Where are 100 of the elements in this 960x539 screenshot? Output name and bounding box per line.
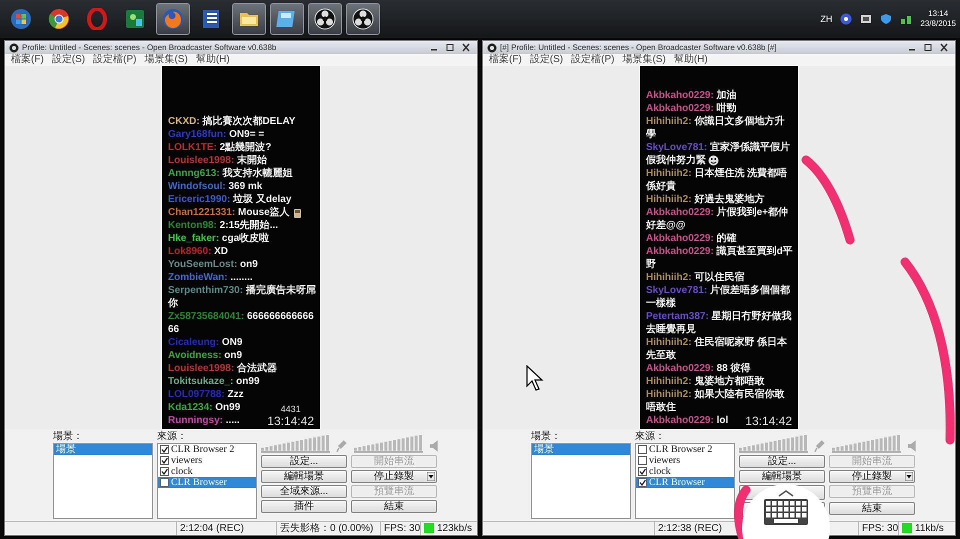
menu-item[interactable]: 設定(S) [530,54,564,66]
chevron-icon [778,490,794,497]
source-item[interactable]: clock [171,466,193,477]
scene-item[interactable]: 場景 [54,444,152,455]
shield-icon [880,13,892,25]
checkbox[interactable] [160,456,169,465]
volume-meter-drawing [354,435,424,453]
chat-message: Hihihiih2: 你識日文多個地方升學 [646,115,786,141]
cursor-icon [526,365,544,391]
menu-item[interactable]: 幫助(H) [674,54,708,66]
taskbar-button[interactable] [270,3,304,35]
fox-globe-icon [162,8,184,30]
window-title: Profile: Untitled - Scenes: scenes - Open Broadcaster Software v0.638b [22,43,276,52]
button[interactable]: 設定... [739,455,825,468]
clock-time: 13:14:42 [745,414,792,428]
menu-item[interactable]: 場景集(S) [144,54,188,66]
chat-message: CKXD: 搞比賽次次都DELAY [168,115,296,128]
button[interactable]: 插件 [261,500,347,513]
checkbox[interactable] [160,445,169,454]
ring-icon [86,8,108,30]
checkbox[interactable] [160,467,169,476]
volume-meter-drawing [739,435,808,453]
emote-icon [708,154,719,166]
stream-health-indicator [424,523,434,533]
chat-message: SkyLove781: 宜家淨係識平假片假我仲努力緊 [646,141,791,167]
taskbar-button[interactable] [346,3,380,35]
menu-item[interactable]: 設定檔(P) [93,54,136,66]
chat-message: Serpenthim730: 播完廣告未呀屌你 [168,284,316,310]
bitrate-reading: 11kb/s [915,522,944,535]
menu-item[interactable]: 設定(S) [52,54,86,66]
obs-swirl-icon [352,8,374,30]
chat-message: Akbkaho0229: 加油 [646,89,737,102]
app-icon [124,8,146,30]
stream-health-indicator [902,523,912,533]
chat-message: Petertam387: 星期日冇野好做我去睡覺再見 [646,310,793,336]
volume-meter-drawing [261,435,330,453]
fps-reading: FPS: 30 [859,522,899,535]
pen-stroke [734,486,750,539]
source-item[interactable]: CLR Browser 2 [649,444,712,455]
document-icon [200,8,222,30]
checkbox[interactable] [638,445,647,454]
source-item[interactable]: viewers [649,455,680,466]
chat-message: SkyLove781: 片假差唔多個個都一樣樣 [646,284,791,310]
taskbar-button[interactable] [308,3,342,35]
status-time: 2:12:04 (REC) [177,522,277,535]
sources-label: 來源： [635,431,666,443]
app-icon [487,42,497,52]
chat-message: Akbkaho0229: lol [646,414,728,427]
chat-message: Louislee1998: 末開始 [168,154,267,167]
clock-time: 13:14 [928,9,948,19]
checkbox[interactable] [638,478,647,487]
menu-item[interactable]: 檔案(F) [11,54,44,66]
source-item[interactable]: viewers [171,455,202,466]
chat-message: Avoidness: on9 [168,349,242,362]
chat-message: LOL097788: Zzz [168,388,244,401]
button[interactable]: 結束 [829,502,915,515]
chat-message: Hihihiih2: 日本煙住洗 洗費都唔係好貴 [646,167,788,193]
taskbar-button[interactable] [232,3,266,35]
network-icon [900,13,912,25]
bitrate-reading: 123kb/s [437,522,472,535]
microphone-icon [814,439,826,453]
scenes-label: 場景： [531,431,562,443]
chat-message: Akbkaho0229: 88 彼得 [646,362,750,375]
chat-message: Ericeric1990: 垃圾 又delay [168,193,292,206]
menu-item[interactable]: 設定檔(P) [571,54,614,66]
source-item[interactable]: clock [649,466,671,477]
chat-message: LOLK1TE: 2點幾開波? [168,141,272,154]
chat-message: Kda1234: On99 [168,401,240,414]
emote-icon [292,206,303,218]
dropped-frames: 丟失影格：0 (0.00%) [277,522,381,535]
chat-message: ZombieWan: ........ [168,271,253,284]
button[interactable]: 全域來源... [261,485,347,498]
chat-message: Kenton98: 2:15先開始... [168,219,278,232]
scene-item[interactable]: 場景 [532,444,630,455]
button[interactable]: 停止錄製 [829,470,915,483]
language-indicator[interactable]: ZH [820,14,832,24]
browser-icon [48,8,70,30]
viewer-count: 4431 [280,404,301,414]
monitor-icon [860,13,872,25]
source-item[interactable]: CLR Browser 2 [171,444,234,455]
button[interactable]: 編輯場景 [261,470,347,483]
chat-message: Annng613: 我支持水轆麗姐 [168,167,292,180]
chat-message: Chan1221331: Mouse盜人 [168,206,303,219]
start-icon [10,8,32,30]
button[interactable]: 停止錄製 [351,470,437,483]
button[interactable]: 設定... [261,455,347,468]
button[interactable]: 結束 [351,500,437,513]
checkbox[interactable] [160,478,169,487]
chat-message: Zx58735684041: 66666666666666 [168,310,315,336]
menu-item[interactable]: 幫助(H) [196,54,230,66]
chat-message: Akbkaho0229: 的確 [646,232,737,245]
button[interactable]: 編輯場景 [739,470,825,483]
chat-message: Hihihiih2: 住民宿呢家野 係日本先至敢 [646,336,788,362]
menu-item[interactable]: 檔案(F) [489,54,522,66]
menu-item[interactable]: 場景集(S) [622,54,666,66]
checkbox[interactable] [638,456,647,465]
checkbox[interactable] [638,467,647,476]
chat-message: Windofsoul: 369 mk [168,180,262,193]
chat-message: Hihihiih2: 好過去鬼婆地方 [646,193,764,206]
help-icon [840,13,852,25]
